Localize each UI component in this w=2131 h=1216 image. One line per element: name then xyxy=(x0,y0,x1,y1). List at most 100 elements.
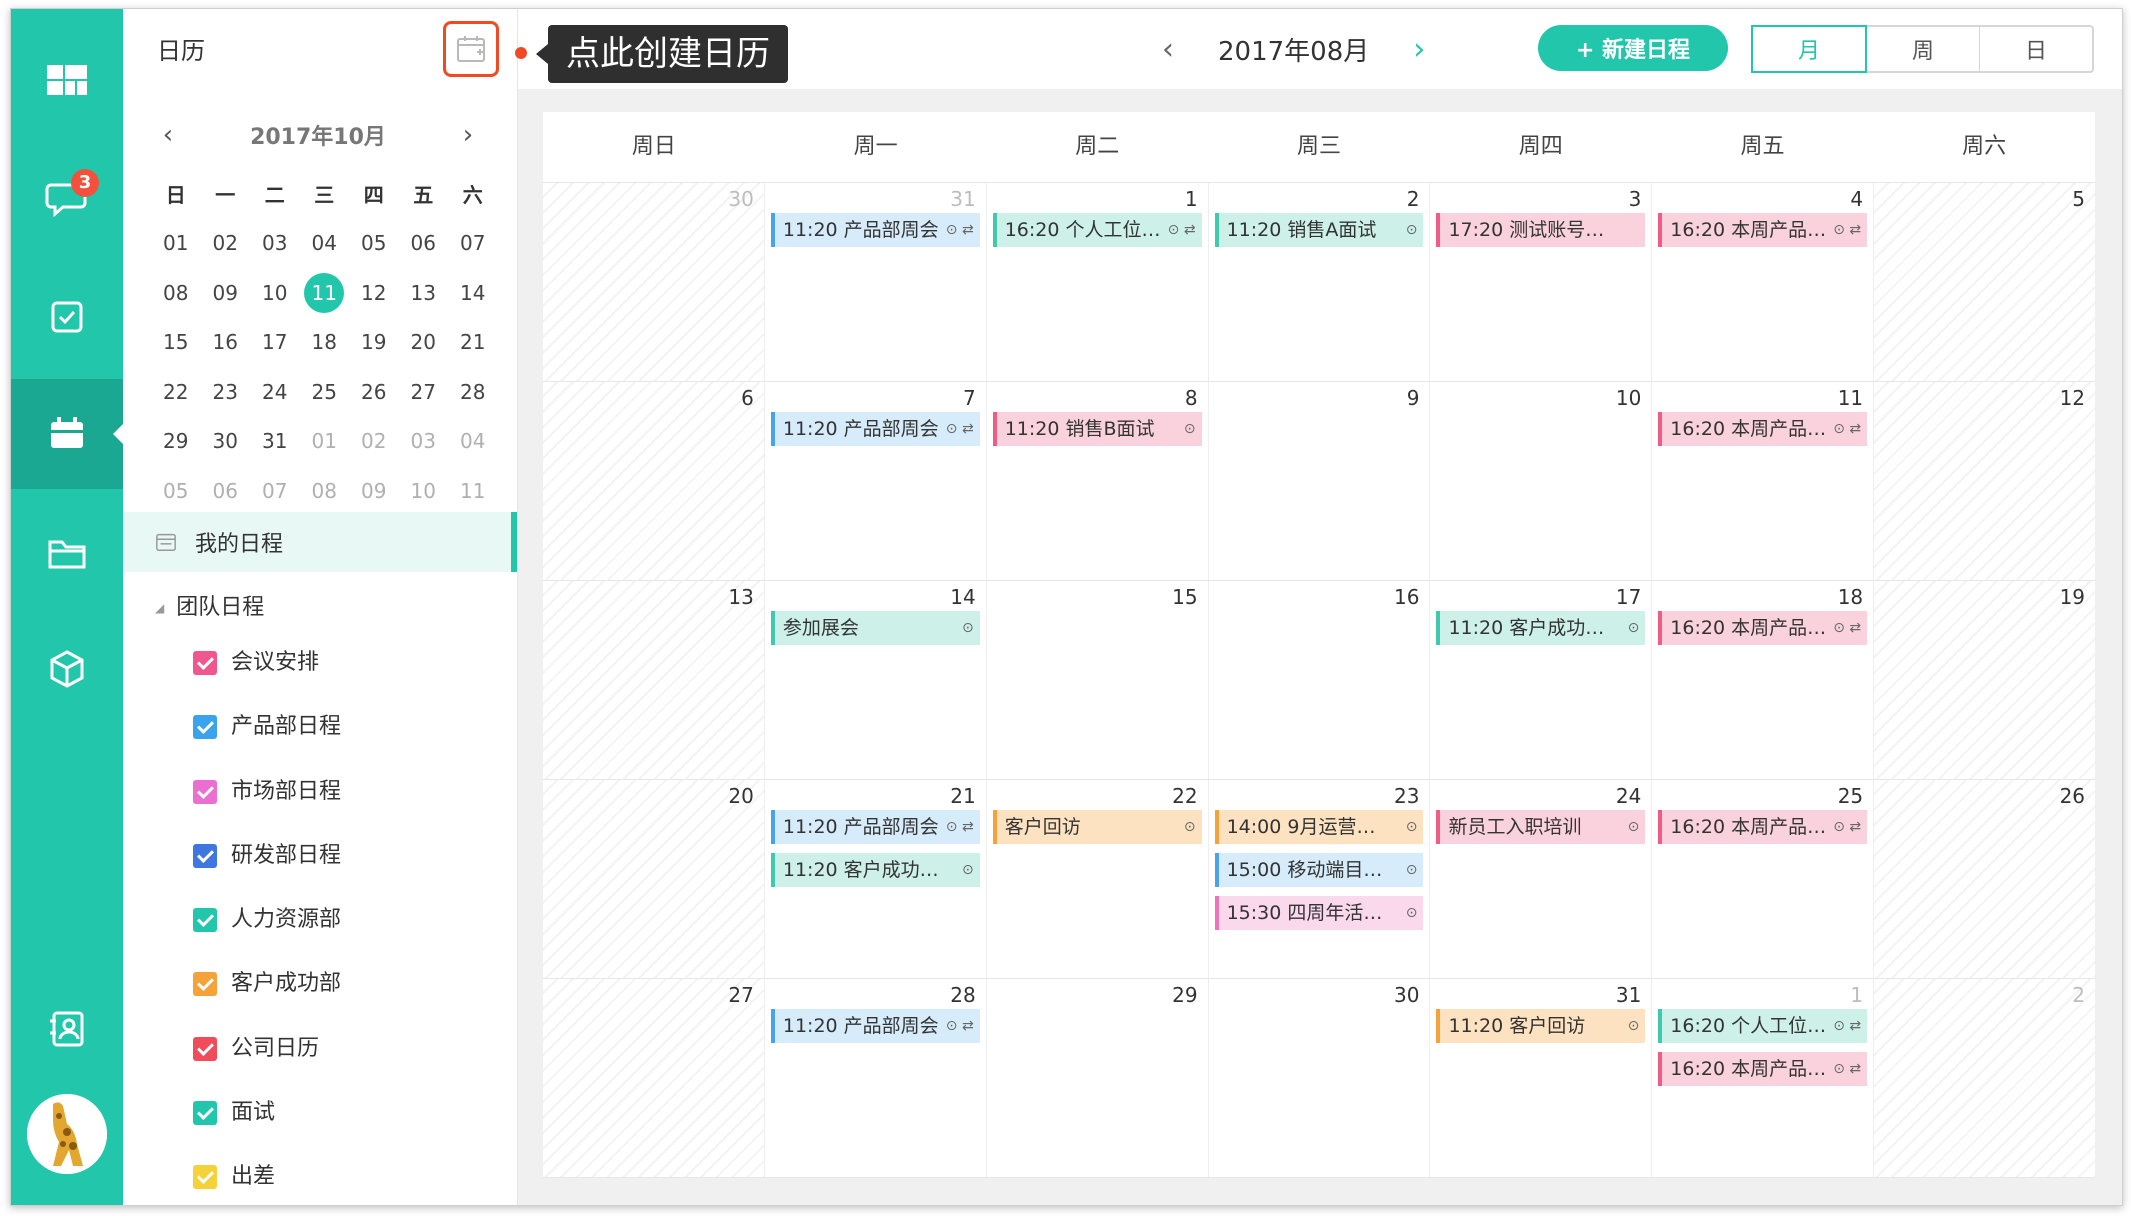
view-tab[interactable]: 日 xyxy=(1980,27,2092,71)
event-item[interactable]: 11:20 销售B面试 ⊙ xyxy=(992,412,1202,446)
mini-day[interactable]: 05 xyxy=(151,479,201,503)
team-calendar-item[interactable]: 产品部日程 xyxy=(193,713,341,777)
mini-day[interactable]: 11 xyxy=(448,479,498,503)
event-item[interactable]: 11:20 产品部周会 ⊙ ⇄ xyxy=(770,213,980,247)
day-cell[interactable]: 2 xyxy=(1874,979,2096,1177)
team-checkbox[interactable] xyxy=(193,779,217,804)
mini-day[interactable]: 20 xyxy=(399,330,449,354)
day-cell[interactable]: 18 16:20 本周产品总结 ⊙ ⇄ xyxy=(1652,581,1875,779)
team-checkbox[interactable] xyxy=(193,1101,217,1126)
day-cell[interactable]: 13 xyxy=(543,581,765,779)
mini-day[interactable]: 06 xyxy=(201,479,251,503)
event-item[interactable]: 17:20 测试账号说明 xyxy=(1436,213,1646,247)
day-cell[interactable]: 9 xyxy=(1209,382,1431,580)
my-schedule-item[interactable]: 我的日程 xyxy=(123,512,517,572)
mini-day[interactable]: 07 xyxy=(448,231,498,255)
day-cell[interactable]: 15 xyxy=(987,581,1209,779)
mini-day[interactable]: 11 xyxy=(300,272,350,313)
event-item[interactable]: 11:20 客户成功专项会 ⊙ xyxy=(1436,611,1646,645)
mini-day[interactable]: 08 xyxy=(300,479,350,503)
event-item[interactable]: 11:20 客户成功专项会 ⊙ xyxy=(770,853,980,887)
team-checkbox[interactable] xyxy=(193,651,217,675)
day-cell[interactable]: 22 客户回访 ⊙ xyxy=(987,780,1209,978)
mini-day[interactable]: 17 xyxy=(250,330,300,354)
mini-day[interactable]: 02 xyxy=(349,429,399,453)
mini-day[interactable]: 18 xyxy=(300,330,350,354)
event-item[interactable]: 16:20 本周产品总结 ⊙ ⇄ xyxy=(1658,412,1868,446)
nav-contacts[interactable] xyxy=(11,974,123,1084)
mini-day[interactable]: 02 xyxy=(201,231,251,255)
team-calendar-item[interactable]: 面试 xyxy=(193,1099,341,1163)
event-item[interactable]: 11:20 产品部周会 ⊙ ⇄ xyxy=(770,412,980,446)
day-cell[interactable]: 1 16:20 个人工位整理 ⊙ ⇄ 16:20 本周产品总结 ⊙ ⇄ xyxy=(1652,979,1875,1177)
day-cell[interactable]: 3 17:20 测试账号说明 xyxy=(1430,183,1653,381)
mini-day[interactable]: 24 xyxy=(250,380,300,404)
day-cell[interactable]: 20 xyxy=(543,780,765,978)
mini-day[interactable]: 21 xyxy=(448,330,498,354)
nav-messages[interactable]: 3 xyxy=(11,144,123,254)
nav-calendar[interactable] xyxy=(11,379,123,489)
mini-day[interactable]: 04 xyxy=(300,231,350,255)
mini-day[interactable]: 29 xyxy=(151,429,201,453)
mini-day[interactable]: 14 xyxy=(448,281,498,305)
day-cell[interactable]: 19 xyxy=(1874,581,2096,779)
day-cell[interactable]: 5 xyxy=(1874,183,2096,381)
nav-apps[interactable] xyxy=(11,614,123,724)
event-item[interactable]: 16:20 本周产品总结 ⊙ ⇄ xyxy=(1658,611,1868,645)
day-cell[interactable]: 14 参加展会 ⊙ xyxy=(765,581,987,779)
day-cell[interactable]: 26 xyxy=(1874,780,2096,978)
mini-day[interactable]: 01 xyxy=(151,231,201,255)
event-item[interactable]: 11:20 销售A面试 ⊙ xyxy=(1214,213,1424,247)
mini-day[interactable]: 30 xyxy=(201,429,251,453)
nav-files[interactable] xyxy=(11,499,123,609)
mini-day[interactable]: 05 xyxy=(349,231,399,255)
team-calendar-item[interactable]: 研发部日程 xyxy=(193,842,341,906)
day-cell[interactable]: 11 16:20 本周产品总结 ⊙ ⇄ xyxy=(1652,382,1875,580)
event-item[interactable]: 15:00 移动端目标确认 ⊙ xyxy=(1214,853,1424,887)
team-checkbox[interactable] xyxy=(193,843,217,868)
mini-day[interactable]: 04 xyxy=(448,429,498,453)
team-checkbox[interactable] xyxy=(193,1165,217,1190)
event-item[interactable]: 11:20 客户回访 ⊙ xyxy=(1436,1009,1646,1043)
event-item[interactable]: 新员工入职培训 ⊙ xyxy=(1436,810,1646,844)
mini-day[interactable]: 10 xyxy=(250,281,300,305)
mini-day[interactable]: 27 xyxy=(399,380,449,404)
day-cell[interactable]: 25 16:20 本周产品总结 ⊙ ⇄ xyxy=(1652,780,1875,978)
day-cell[interactable]: 24 新员工入职培训 ⊙ xyxy=(1430,780,1653,978)
team-checkbox[interactable] xyxy=(193,1036,217,1061)
new-event-button[interactable]: + 新建日程 xyxy=(1538,25,1728,71)
mini-day[interactable]: 09 xyxy=(201,281,251,305)
day-cell[interactable]: 27 xyxy=(543,979,765,1177)
team-schedule-toggle[interactable]: ◢ 团队日程 xyxy=(155,589,264,621)
view-tab[interactable]: 月 xyxy=(1751,25,1867,73)
day-cell[interactable]: 16 xyxy=(1209,581,1431,779)
day-cell[interactable]: 17 11:20 客户成功专项会 ⊙ xyxy=(1430,581,1653,779)
day-cell[interactable]: 7 11:20 产品部周会 ⊙ ⇄ xyxy=(765,382,987,580)
mini-day[interactable]: 13 xyxy=(399,281,449,305)
day-cell[interactable]: 29 xyxy=(987,979,1209,1177)
nav-tasks[interactable] xyxy=(11,262,123,372)
day-cell[interactable]: 30 xyxy=(543,183,765,381)
mini-day[interactable]: 10 xyxy=(399,479,449,503)
day-cell[interactable]: 6 xyxy=(543,382,765,580)
day-cell[interactable]: 21 11:20 产品部周会 ⊙ ⇄ 11:20 客户成功专项会 ⊙ xyxy=(765,780,987,978)
team-calendar-item[interactable]: 会议安排 xyxy=(193,649,341,713)
mini-next-month-icon[interactable]: › xyxy=(453,120,483,150)
mini-day[interactable]: 12 xyxy=(349,281,399,305)
create-calendar-button[interactable] xyxy=(443,21,499,77)
mini-day[interactable]: 08 xyxy=(151,281,201,305)
day-cell[interactable]: 2 11:20 销售A面试 ⊙ xyxy=(1209,183,1431,381)
event-item[interactable]: 客户回访 ⊙ xyxy=(992,810,1202,844)
mini-day[interactable]: 15 xyxy=(151,330,201,354)
mini-prev-month-icon[interactable]: ‹ xyxy=(153,120,183,150)
day-cell[interactable]: 1 16:20 个人工位整理 ⊙ ⇄ xyxy=(987,183,1209,381)
mini-day[interactable]: 06 xyxy=(399,231,449,255)
day-cell[interactable]: 8 11:20 销售B面试 ⊙ xyxy=(987,382,1209,580)
view-tab[interactable]: 周 xyxy=(1867,27,1980,71)
next-month-icon[interactable]: › xyxy=(1399,32,1439,67)
event-item[interactable]: 16:20 本周产品总结 ⊙ ⇄ xyxy=(1658,1052,1868,1086)
team-checkbox[interactable] xyxy=(193,972,217,997)
nav-dashboard[interactable] xyxy=(11,24,123,134)
team-calendar-item[interactable]: 客户成功部 xyxy=(193,970,341,1034)
team-calendar-item[interactable]: 市场部日程 xyxy=(193,778,341,842)
